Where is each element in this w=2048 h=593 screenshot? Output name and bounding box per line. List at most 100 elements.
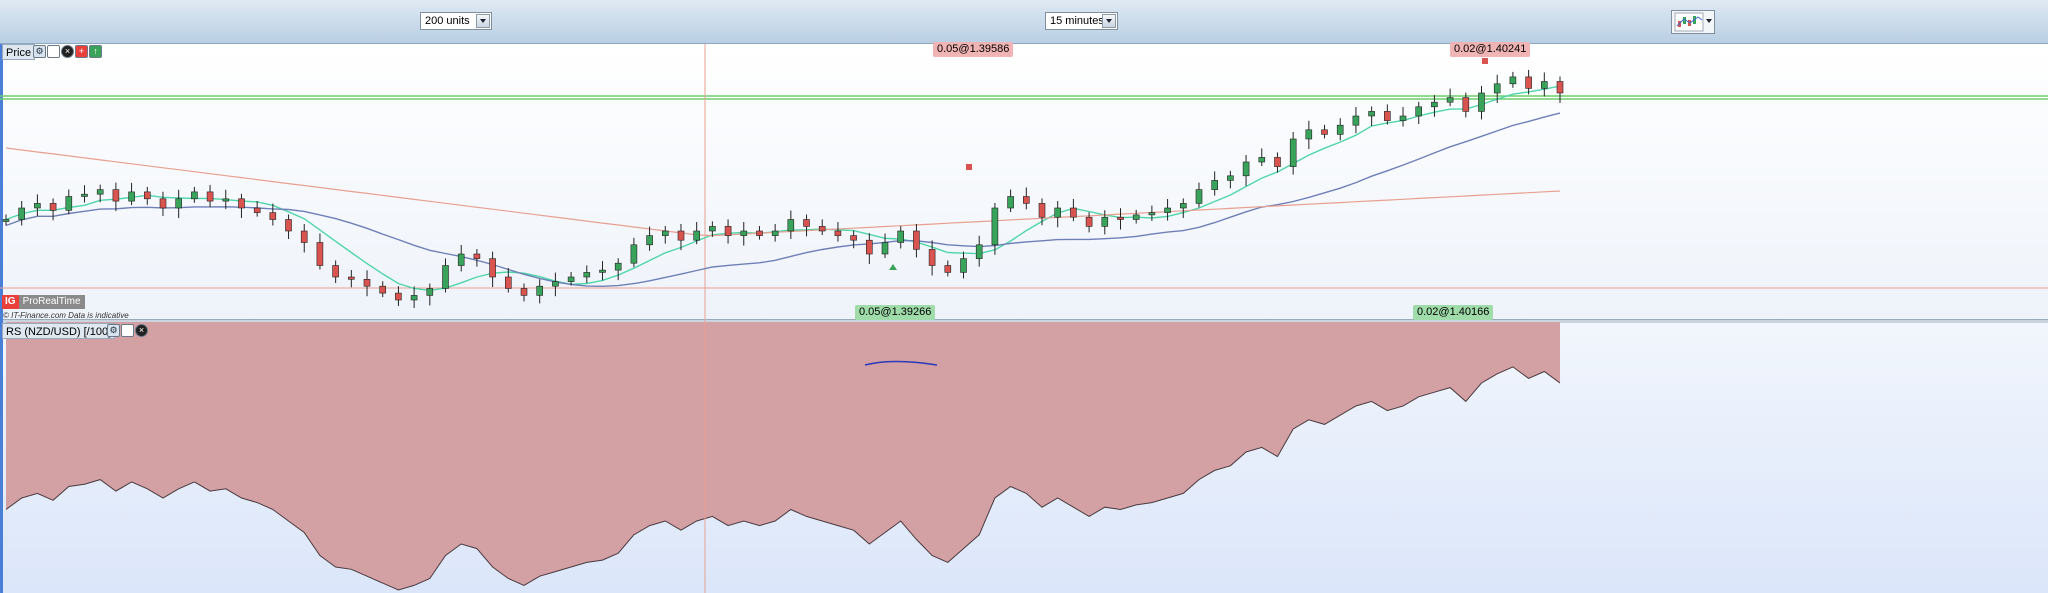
close-icon[interactable]: × <box>135 324 148 337</box>
window-icon[interactable] <box>121 324 134 337</box>
candle-body <box>206 191 214 202</box>
sell-signal-marker <box>966 164 972 170</box>
candle-body <box>379 285 387 294</box>
candle-body <box>740 230 748 236</box>
high-annotation-right: 0.02@1.40241 <box>1450 42 1531 57</box>
candle-body <box>646 235 653 246</box>
candle-body <box>818 226 826 232</box>
wrench-icon[interactable]: ⚙ <box>107 324 120 337</box>
candle-body <box>269 212 277 220</box>
candle-body <box>630 244 638 264</box>
wrench-icon[interactable]: ⚙ <box>33 45 46 58</box>
candle-body <box>238 198 245 209</box>
candle-body <box>1242 161 1250 177</box>
sell-signal-marker <box>1482 58 1488 64</box>
candle-body <box>1038 203 1046 218</box>
ig-logo: IG <box>2 295 19 309</box>
close-icon[interactable]: × <box>61 45 74 58</box>
candle-body <box>599 269 606 273</box>
candle-body <box>975 244 983 259</box>
candle-body <box>96 189 104 195</box>
add-icon[interactable]: + <box>75 45 88 58</box>
price-pane-label[interactable]: Price <box>2 44 36 60</box>
candle-body <box>536 285 544 296</box>
high-annotation-left: 0.05@1.39586 <box>933 42 1014 57</box>
candle-body <box>442 265 449 289</box>
candle-body <box>112 189 120 202</box>
candle-body <box>426 288 434 296</box>
candle-body <box>1070 207 1077 218</box>
candle-body <box>881 242 889 255</box>
candle-body <box>1399 115 1407 121</box>
candle-body <box>363 278 371 287</box>
chart-canvas[interactable] <box>0 0 2048 593</box>
candle-body <box>395 292 402 301</box>
candle-body <box>1022 196 1030 204</box>
candle-body <box>1227 175 1234 181</box>
candle-body <box>1384 111 1391 121</box>
prt-logo: ProRealTime <box>18 295 85 309</box>
candle-body <box>1525 76 1532 89</box>
candle-body <box>222 198 230 202</box>
candle-body <box>65 196 73 211</box>
candle-body <box>1462 97 1470 112</box>
candle-body <box>1007 196 1014 209</box>
indicator-pane-title: RS (NZD/USD) [/100] <box>6 326 112 338</box>
candle-body <box>1085 216 1093 227</box>
low-annotation-left: 0.05@1.39266 <box>855 305 936 320</box>
candle-body <box>81 193 88 197</box>
candle-body <box>1180 203 1187 209</box>
window-icon[interactable] <box>47 45 60 58</box>
copyright-text: © IT-Finance.com Data is indicative <box>3 311 129 320</box>
candle-body <box>1368 111 1375 117</box>
candle-body <box>693 230 701 241</box>
candle-body <box>787 219 795 232</box>
candle-body <box>567 276 575 282</box>
fast-moving-average <box>5 85 1561 292</box>
candle-body <box>1305 129 1313 140</box>
candle-body <box>347 276 355 280</box>
candle-body <box>144 191 151 200</box>
candle-body <box>128 191 135 202</box>
candle-body <box>1541 81 1548 89</box>
prorealtime-logo: IG ProRealTime <box>2 295 85 309</box>
candle-body <box>1478 92 1485 112</box>
candle-body <box>316 242 324 266</box>
candle-body <box>253 207 261 213</box>
candle-body <box>552 281 559 287</box>
candle-body <box>1509 76 1517 85</box>
candle-body <box>771 230 779 236</box>
candle-body <box>614 262 622 271</box>
candle-body <box>1352 115 1360 126</box>
candle-body <box>504 276 512 289</box>
candle-body <box>1164 207 1171 213</box>
candle-body <box>1321 129 1328 135</box>
candle-body <box>332 265 339 278</box>
candle-body <box>756 230 763 236</box>
candle-body <box>991 207 999 246</box>
rs-area-layer <box>5 322 1561 591</box>
candle-body <box>1274 157 1281 167</box>
candle-body <box>1148 212 1156 216</box>
candle-body <box>49 203 57 211</box>
candle-body <box>300 230 308 243</box>
candle-body <box>34 203 41 209</box>
arrow-up-icon[interactable]: ↑ <box>89 45 102 58</box>
candle-body <box>661 230 669 236</box>
candle-body <box>1336 124 1344 135</box>
moving-averages-layer <box>5 85 1561 292</box>
rs-area-fill <box>6 322 1560 590</box>
candle-body <box>1132 214 1140 220</box>
candle-body <box>724 226 732 236</box>
candle-body <box>1415 106 1422 117</box>
indicator-pane-label[interactable]: RS (NZD/USD) [/100] <box>2 323 116 339</box>
candle-body <box>175 198 182 209</box>
candle-body <box>1054 207 1061 218</box>
candle-body <box>18 207 26 220</box>
buy-signal-marker <box>889 264 897 270</box>
candle-body <box>473 253 481 259</box>
candle-body <box>285 219 292 232</box>
candle-body <box>850 235 857 241</box>
candle-body <box>1493 83 1501 94</box>
candle-body <box>709 226 716 232</box>
